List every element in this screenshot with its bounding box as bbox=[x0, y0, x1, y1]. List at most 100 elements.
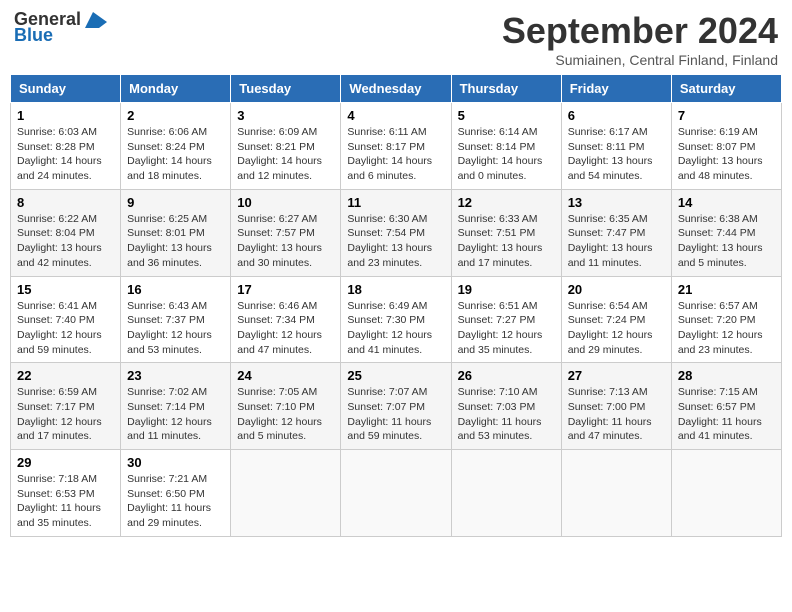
day-info: Sunrise: 6:59 AM Sunset: 7:17 PM Dayligh… bbox=[17, 385, 114, 444]
calendar-cell: 25 Sunrise: 7:07 AM Sunset: 7:07 PM Dayl… bbox=[341, 363, 451, 450]
sunrise-text: Sunrise: 6:49 AM bbox=[347, 300, 427, 312]
day-info: Sunrise: 6:19 AM Sunset: 8:07 PM Dayligh… bbox=[678, 125, 775, 184]
daylight-text: Daylight: 12 hours and 35 minutes. bbox=[458, 329, 543, 356]
day-info: Sunrise: 6:43 AM Sunset: 7:37 PM Dayligh… bbox=[127, 299, 224, 358]
day-info: Sunrise: 7:05 AM Sunset: 7:10 PM Dayligh… bbox=[237, 385, 334, 444]
day-number: 17 bbox=[237, 282, 334, 297]
sunset-text: Sunset: 7:57 PM bbox=[237, 227, 315, 239]
sunrise-text: Sunrise: 6:06 AM bbox=[127, 126, 207, 138]
sunrise-text: Sunrise: 6:19 AM bbox=[678, 126, 758, 138]
day-number: 25 bbox=[347, 368, 444, 383]
sunset-text: Sunset: 7:34 PM bbox=[237, 314, 315, 326]
calendar-cell: 30 Sunrise: 7:21 AM Sunset: 6:50 PM Dayl… bbox=[121, 450, 231, 537]
sunset-text: Sunset: 7:10 PM bbox=[237, 401, 315, 413]
day-number: 11 bbox=[347, 195, 444, 210]
calendar-cell: 14 Sunrise: 6:38 AM Sunset: 7:44 PM Dayl… bbox=[671, 189, 781, 276]
day-number: 27 bbox=[568, 368, 665, 383]
calendar-cell: 4 Sunrise: 6:11 AM Sunset: 8:17 PM Dayli… bbox=[341, 103, 451, 190]
day-number: 26 bbox=[458, 368, 555, 383]
calendar-cell: 18 Sunrise: 6:49 AM Sunset: 7:30 PM Dayl… bbox=[341, 276, 451, 363]
sunset-text: Sunset: 8:01 PM bbox=[127, 227, 205, 239]
day-info: Sunrise: 6:03 AM Sunset: 8:28 PM Dayligh… bbox=[17, 125, 114, 184]
sunrise-text: Sunrise: 7:10 AM bbox=[458, 386, 538, 398]
day-number: 6 bbox=[568, 108, 665, 123]
calendar-cell: 19 Sunrise: 6:51 AM Sunset: 7:27 PM Dayl… bbox=[451, 276, 561, 363]
sunrise-text: Sunrise: 6:57 AM bbox=[678, 300, 758, 312]
daylight-text: Daylight: 13 hours and 30 minutes. bbox=[237, 242, 322, 269]
sunrise-text: Sunrise: 7:18 AM bbox=[17, 473, 97, 485]
sunset-text: Sunset: 8:07 PM bbox=[678, 141, 756, 153]
weekday-header-tuesday: Tuesday bbox=[231, 75, 341, 103]
calendar-cell: 6 Sunrise: 6:17 AM Sunset: 8:11 PM Dayli… bbox=[561, 103, 671, 190]
daylight-text: Daylight: 13 hours and 23 minutes. bbox=[347, 242, 432, 269]
calendar-cell: 1 Sunrise: 6:03 AM Sunset: 8:28 PM Dayli… bbox=[11, 103, 121, 190]
day-info: Sunrise: 6:57 AM Sunset: 7:20 PM Dayligh… bbox=[678, 299, 775, 358]
weekday-header-sunday: Sunday bbox=[11, 75, 121, 103]
calendar-week-1: 1 Sunrise: 6:03 AM Sunset: 8:28 PM Dayli… bbox=[11, 103, 782, 190]
calendar-cell: 17 Sunrise: 6:46 AM Sunset: 7:34 PM Dayl… bbox=[231, 276, 341, 363]
daylight-text: Daylight: 11 hours and 29 minutes. bbox=[127, 502, 211, 529]
calendar-cell bbox=[671, 450, 781, 537]
day-info: Sunrise: 6:38 AM Sunset: 7:44 PM Dayligh… bbox=[678, 212, 775, 271]
sunset-text: Sunset: 8:21 PM bbox=[237, 141, 315, 153]
calendar-cell bbox=[561, 450, 671, 537]
calendar-cell: 8 Sunrise: 6:22 AM Sunset: 8:04 PM Dayli… bbox=[11, 189, 121, 276]
daylight-text: Daylight: 12 hours and 41 minutes. bbox=[347, 329, 432, 356]
calendar-cell: 27 Sunrise: 7:13 AM Sunset: 7:00 PM Dayl… bbox=[561, 363, 671, 450]
day-info: Sunrise: 6:27 AM Sunset: 7:57 PM Dayligh… bbox=[237, 212, 334, 271]
weekday-header-wednesday: Wednesday bbox=[341, 75, 451, 103]
day-info: Sunrise: 7:15 AM Sunset: 6:57 PM Dayligh… bbox=[678, 385, 775, 444]
day-number: 13 bbox=[568, 195, 665, 210]
day-info: Sunrise: 6:54 AM Sunset: 7:24 PM Dayligh… bbox=[568, 299, 665, 358]
day-number: 21 bbox=[678, 282, 775, 297]
sunrise-text: Sunrise: 6:41 AM bbox=[17, 300, 97, 312]
sunrise-text: Sunrise: 6:51 AM bbox=[458, 300, 538, 312]
day-number: 14 bbox=[678, 195, 775, 210]
daylight-text: Daylight: 12 hours and 5 minutes. bbox=[237, 416, 322, 443]
calendar-week-5: 29 Sunrise: 7:18 AM Sunset: 6:53 PM Dayl… bbox=[11, 450, 782, 537]
sunset-text: Sunset: 8:24 PM bbox=[127, 141, 205, 153]
day-info: Sunrise: 6:41 AM Sunset: 7:40 PM Dayligh… bbox=[17, 299, 114, 358]
sunrise-text: Sunrise: 7:21 AM bbox=[127, 473, 207, 485]
sunset-text: Sunset: 6:57 PM bbox=[678, 401, 756, 413]
day-info: Sunrise: 6:06 AM Sunset: 8:24 PM Dayligh… bbox=[127, 125, 224, 184]
calendar-table: SundayMondayTuesdayWednesdayThursdayFrid… bbox=[10, 74, 782, 537]
calendar-cell: 15 Sunrise: 6:41 AM Sunset: 7:40 PM Dayl… bbox=[11, 276, 121, 363]
daylight-text: Daylight: 14 hours and 24 minutes. bbox=[17, 155, 102, 182]
daylight-text: Daylight: 13 hours and 36 minutes. bbox=[127, 242, 212, 269]
sunset-text: Sunset: 8:28 PM bbox=[17, 141, 95, 153]
daylight-text: Daylight: 12 hours and 59 minutes. bbox=[17, 329, 102, 356]
day-number: 4 bbox=[347, 108, 444, 123]
day-number: 12 bbox=[458, 195, 555, 210]
sunset-text: Sunset: 7:47 PM bbox=[568, 227, 646, 239]
sunset-text: Sunset: 7:17 PM bbox=[17, 401, 95, 413]
calendar-cell: 20 Sunrise: 6:54 AM Sunset: 7:24 PM Dayl… bbox=[561, 276, 671, 363]
day-number: 22 bbox=[17, 368, 114, 383]
weekday-header-thursday: Thursday bbox=[451, 75, 561, 103]
day-number: 8 bbox=[17, 195, 114, 210]
sunrise-text: Sunrise: 6:14 AM bbox=[458, 126, 538, 138]
day-number: 5 bbox=[458, 108, 555, 123]
day-number: 1 bbox=[17, 108, 114, 123]
day-number: 23 bbox=[127, 368, 224, 383]
day-info: Sunrise: 6:35 AM Sunset: 7:47 PM Dayligh… bbox=[568, 212, 665, 271]
calendar-cell: 22 Sunrise: 6:59 AM Sunset: 7:17 PM Dayl… bbox=[11, 363, 121, 450]
page-header: General Blue September 2024 Sumiainen, C… bbox=[10, 10, 782, 68]
day-number: 20 bbox=[568, 282, 665, 297]
day-info: Sunrise: 6:11 AM Sunset: 8:17 PM Dayligh… bbox=[347, 125, 444, 184]
day-number: 28 bbox=[678, 368, 775, 383]
sunset-text: Sunset: 7:44 PM bbox=[678, 227, 756, 239]
sunset-text: Sunset: 7:03 PM bbox=[458, 401, 536, 413]
sunrise-text: Sunrise: 6:03 AM bbox=[17, 126, 97, 138]
sunrise-text: Sunrise: 6:43 AM bbox=[127, 300, 207, 312]
calendar-week-2: 8 Sunrise: 6:22 AM Sunset: 8:04 PM Dayli… bbox=[11, 189, 782, 276]
daylight-text: Daylight: 13 hours and 42 minutes. bbox=[17, 242, 102, 269]
sunset-text: Sunset: 7:20 PM bbox=[678, 314, 756, 326]
sunset-text: Sunset: 7:07 PM bbox=[347, 401, 425, 413]
daylight-text: Daylight: 14 hours and 6 minutes. bbox=[347, 155, 432, 182]
daylight-text: Daylight: 11 hours and 41 minutes. bbox=[678, 416, 762, 443]
calendar-week-3: 15 Sunrise: 6:41 AM Sunset: 7:40 PM Dayl… bbox=[11, 276, 782, 363]
daylight-text: Daylight: 11 hours and 53 minutes. bbox=[458, 416, 542, 443]
location: Sumiainen, Central Finland, Finland bbox=[502, 52, 778, 68]
daylight-text: Daylight: 13 hours and 11 minutes. bbox=[568, 242, 653, 269]
